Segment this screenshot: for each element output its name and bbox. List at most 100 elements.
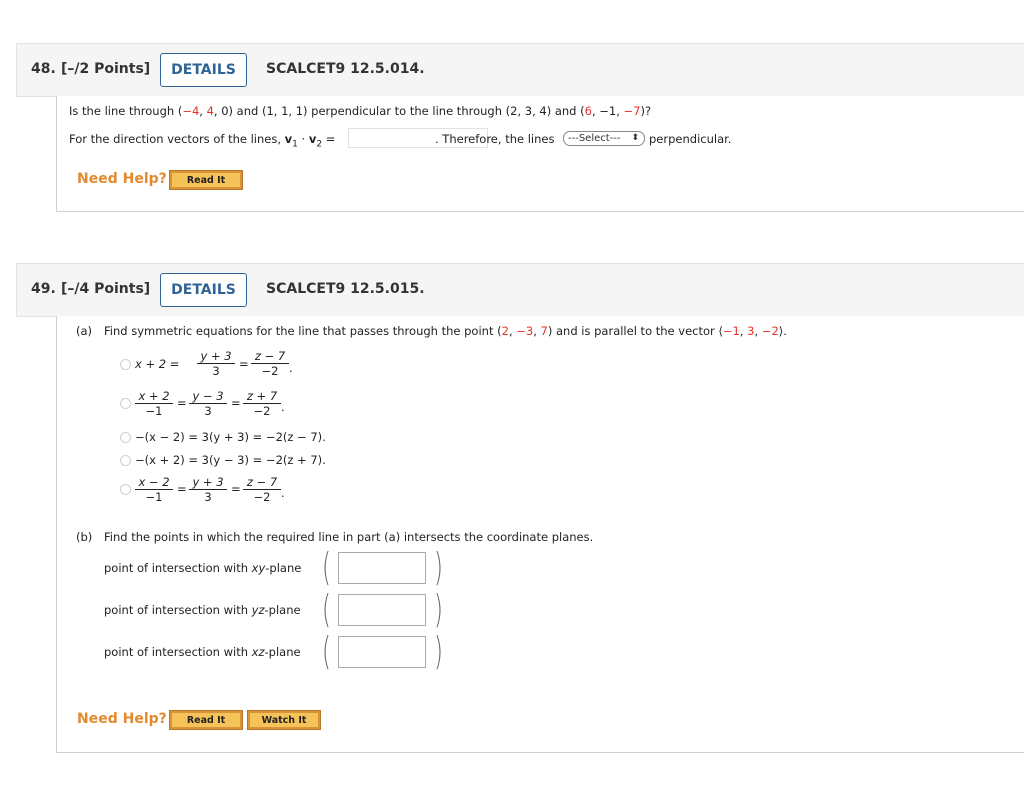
- xz-plane-input[interactable]: [338, 636, 426, 668]
- denominator: 3: [212, 364, 220, 378]
- label-text: -plane: [264, 603, 301, 617]
- prompt-text: , 0) and (1, 1, 1) perpendicular to the …: [213, 104, 585, 118]
- option-radio-3[interactable]: [120, 432, 131, 443]
- close-paren: ): [433, 629, 443, 673]
- equals-sign: =: [177, 396, 187, 410]
- open-paren: (: [321, 587, 331, 631]
- yz-plane-input[interactable]: [338, 594, 426, 626]
- perpendicular-select[interactable]: ---Select--- ⬍: [563, 131, 645, 146]
- option-5-fraction-2: y + 3 3: [189, 475, 227, 504]
- numerator: y + 3: [189, 475, 227, 490]
- prompt-value: 4: [206, 104, 214, 118]
- open-paren: (: [321, 545, 331, 589]
- option-3-equation: −(x − 2) = 3(y + 3) = −2(z − 7).: [135, 430, 326, 444]
- prompt-value: −3: [516, 324, 534, 338]
- option-2-fraction-1: x + 2 −1: [135, 389, 173, 418]
- dot-product-label: For the direction vectors of the lines, …: [69, 132, 335, 149]
- option-radio-5[interactable]: [120, 484, 131, 495]
- equals-sign: =: [231, 396, 241, 410]
- question-number: 48.: [31, 61, 56, 77]
- label-text: point of intersection with: [104, 561, 252, 575]
- question-48-body: Is the line through (−4, 4, 0) and (1, 1…: [56, 96, 1024, 212]
- dot-symbol: ·: [297, 132, 309, 146]
- option-1-fraction-1: y + 3 3: [197, 349, 235, 378]
- period: .: [289, 361, 293, 375]
- xy-plane-input[interactable]: [338, 552, 426, 584]
- option-5-fraction-3: z − 7 −2: [243, 475, 281, 504]
- watch-it-button[interactable]: Watch It: [247, 710, 321, 730]
- prompt-text: )?: [640, 104, 652, 118]
- option-radio-4[interactable]: [120, 455, 131, 466]
- read-it-button[interactable]: Read It: [169, 710, 243, 730]
- label-text: -plane: [265, 561, 302, 575]
- option-1-lead: x + 2 =: [135, 357, 180, 371]
- question-code: SCALCET9 12.5.014.: [266, 61, 425, 77]
- option-radio-1[interactable]: [120, 359, 131, 370]
- period: .: [281, 400, 285, 414]
- option-radio-2[interactable]: [120, 398, 131, 409]
- prompt-text: ,: [754, 324, 762, 338]
- numerator: x − 2: [135, 475, 173, 490]
- select-value: ---Select---: [568, 133, 621, 144]
- prompt-text: Is the line through (: [69, 104, 183, 118]
- xz-plane-label: point of intersection with xz-plane: [104, 645, 301, 659]
- details-button[interactable]: DETAILS: [160, 273, 247, 307]
- prompt-value: −7: [623, 104, 641, 118]
- denominator: −1: [145, 404, 163, 418]
- numerator: z − 7: [251, 349, 289, 364]
- yz-plane-label: point of intersection with yz-plane: [104, 603, 301, 617]
- prompt-value: 3: [747, 324, 755, 338]
- therefore-text: . Therefore, the lines: [435, 132, 555, 146]
- question-49-body: (a) Find symmetric equations for the lin…: [56, 316, 1024, 753]
- prompt-text: ,: [533, 324, 541, 338]
- question-points: [–/4 Points]: [61, 281, 151, 297]
- need-help-label: Need Help?: [77, 171, 167, 187]
- denominator: −2: [253, 490, 271, 504]
- label-text: For the direction vectors of the lines,: [69, 132, 285, 146]
- numerator: x + 2: [135, 389, 173, 404]
- option-1-fraction-2: z − 7 −2: [251, 349, 289, 378]
- prompt-text: ,: [199, 104, 207, 118]
- prompt-text: ) and is parallel to the vector ⟨: [547, 324, 723, 338]
- numerator: z − 7: [243, 475, 281, 490]
- prompt-text: , −1,: [591, 104, 624, 118]
- prompt-text: ⟩.: [778, 324, 787, 338]
- question-points: [–/2 Points]: [61, 61, 151, 77]
- denominator: −2: [253, 404, 271, 418]
- denominator: −2: [261, 364, 279, 378]
- label-text: point of intersection with: [104, 603, 252, 617]
- question-number: 49.: [31, 281, 56, 297]
- details-button[interactable]: DETAILS: [160, 53, 247, 87]
- select-arrows-icon: ⬍: [631, 133, 639, 143]
- equals-sign: =: [231, 482, 241, 496]
- part-b-prompt: Find the points in which the required li…: [104, 530, 594, 544]
- numerator: z + 7: [243, 389, 281, 404]
- equals-sign: =: [322, 132, 336, 146]
- option-4-equation: −(x + 2) = 3(y − 3) = −2(z + 7).: [135, 453, 326, 467]
- denominator: −1: [145, 490, 163, 504]
- label-text: point of intersection with: [104, 645, 252, 659]
- question-48-header: 48. [–/2 Points] DETAILS SCALCET9 12.5.0…: [16, 43, 1024, 97]
- denominator: 3: [204, 490, 212, 504]
- equals-sign: =: [177, 482, 187, 496]
- question-prompt: Is the line through (−4, 4, 0) and (1, 1…: [69, 104, 651, 118]
- question-code: SCALCET9 12.5.015.: [266, 281, 425, 297]
- option-5-fraction-1: x − 2 −1: [135, 475, 173, 504]
- open-paren: (: [321, 629, 331, 673]
- prompt-value: −1: [722, 324, 740, 338]
- perpendicular-text: perpendicular.: [649, 132, 732, 146]
- prompt-text: Find symmetric equations for the line th…: [104, 324, 502, 338]
- option-2-fraction-3: z + 7 −2: [243, 389, 281, 418]
- part-b-label: (b): [76, 530, 93, 544]
- close-paren: ): [433, 587, 443, 631]
- prompt-value: 2: [501, 324, 509, 338]
- question-49-header: 49. [–/4 Points] DETAILS SCALCET9 12.5.0…: [16, 263, 1024, 317]
- plane-name: xy: [251, 561, 266, 575]
- read-it-button[interactable]: Read It: [169, 170, 243, 190]
- prompt-value: −4: [182, 104, 200, 118]
- numerator: y − 3: [189, 389, 227, 404]
- part-a-label: (a): [76, 324, 93, 338]
- close-paren: ): [433, 545, 443, 589]
- numerator: y + 3: [197, 349, 235, 364]
- prompt-value: −2: [761, 324, 779, 338]
